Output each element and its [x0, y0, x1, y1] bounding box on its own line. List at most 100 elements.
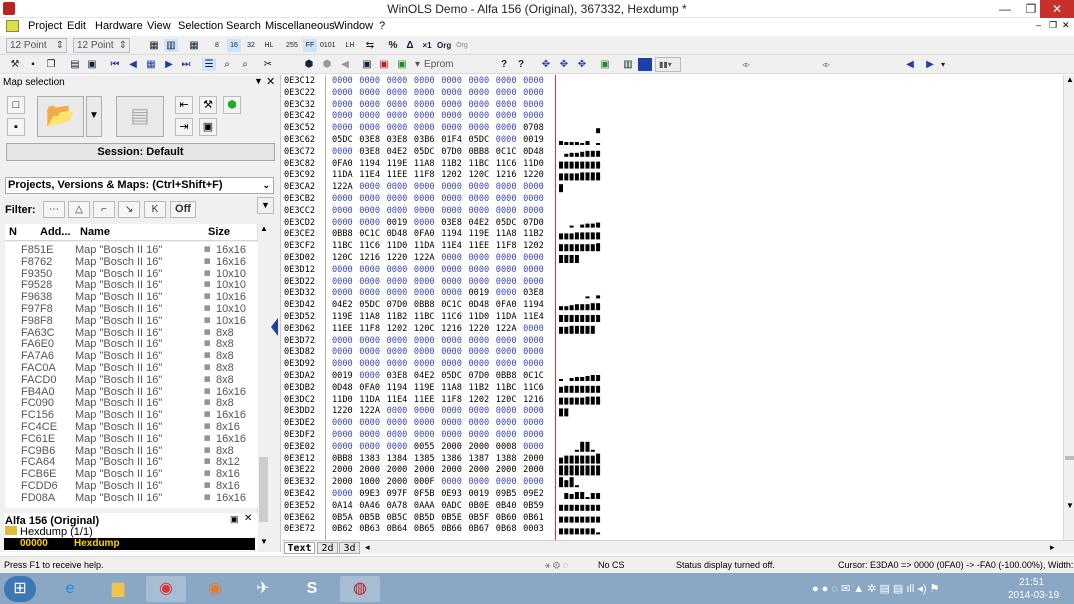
hex-word[interactable]: 120C	[332, 252, 353, 264]
hex-word[interactable]: 1220	[332, 405, 353, 417]
hex-word[interactable]: 11B2	[469, 382, 490, 394]
hex-word[interactable]: 0000	[359, 122, 380, 134]
hex-word[interactable]: 0000	[496, 264, 517, 276]
hex-word[interactable]: 11F8	[496, 240, 517, 252]
hex-word[interactable]: 0000	[441, 87, 462, 99]
hex-word[interactable]: 11C6	[359, 240, 380, 252]
hex-word[interactable]: 0000	[469, 205, 490, 217]
hex-word[interactable]: 0B0E	[469, 500, 490, 512]
hex-word[interactable]: 0000	[523, 205, 544, 217]
hex-word[interactable]: 0000	[469, 99, 490, 111]
hex-word[interactable]: 05DC	[469, 134, 490, 146]
export-map-button[interactable]: ⇥	[175, 118, 193, 136]
hex-word[interactable]: 0000	[441, 417, 462, 429]
eprom-select[interactable]: ▾ Eprom	[411, 57, 481, 72]
hex-word[interactable]: 0AAA	[414, 500, 435, 512]
factor-icon[interactable]: ×1	[420, 39, 434, 52]
hex-word[interactable]: 1202	[387, 323, 408, 335]
hex-word[interactable]: 05DC	[332, 134, 353, 146]
hex-word[interactable]: 122A	[496, 323, 517, 335]
hex-word[interactable]: 0000	[523, 323, 544, 335]
panel-menu-icon[interactable]: ▼	[254, 76, 263, 86]
hex-word[interactable]: 0000	[414, 87, 435, 99]
hex-word[interactable]: 0000	[332, 264, 353, 276]
hex-word[interactable]: 0000	[469, 264, 490, 276]
hex-word[interactable]: 0000	[469, 358, 490, 370]
hex-word[interactable]: 0000	[441, 252, 462, 264]
hex-word[interactable]: 1194	[359, 158, 380, 170]
col-name-header[interactable]: Name	[80, 226, 110, 238]
hex-word[interactable]: 0000	[387, 87, 408, 99]
hex-word[interactable]: 0A46	[359, 500, 380, 512]
hex-row[interactable]: 0E3C22 0000 0000 0000 0000 0000 0000 0000 0000	[282, 87, 1063, 99]
hex-word[interactable]: 1220	[523, 169, 544, 181]
hex-word[interactable]: 11E4	[387, 394, 408, 406]
hex-word[interactable]: 0000	[523, 405, 544, 417]
hex-word[interactable]: 0000	[496, 405, 517, 417]
start-button[interactable]: ⊞	[4, 576, 36, 602]
hex-word[interactable]: 07D0	[523, 217, 544, 229]
hex-word[interactable]: 0B40	[496, 500, 517, 512]
filter-pin-button[interactable]: ↘	[118, 201, 140, 218]
col-n-header[interactable]: N	[9, 226, 17, 238]
hex-word[interactable]: 0000	[469, 87, 490, 99]
hex-word[interactable]: 07D0	[469, 370, 490, 382]
hex-word[interactable]: 0000	[414, 99, 435, 111]
hex-word[interactable]: 122A	[332, 181, 353, 193]
hex-word[interactable]: 0000	[359, 217, 380, 229]
hex-word[interactable]: 0000	[387, 122, 408, 134]
lock-icon[interactable]: ⬢	[320, 58, 334, 71]
hex-word[interactable]: 0000	[387, 181, 408, 193]
hex-word[interactable]: 0000	[414, 264, 435, 276]
prev-icon[interactable]: ◀	[126, 58, 140, 71]
hex-word[interactable]: 0ADC	[441, 500, 462, 512]
hex-word[interactable]: 0000	[359, 110, 380, 122]
hex-word[interactable]: 0000	[332, 488, 353, 500]
hex-word[interactable]: 0000	[441, 358, 462, 370]
hex-word[interactable]: 0000	[496, 205, 517, 217]
hex-word[interactable]: 0000	[523, 429, 544, 441]
hex-word[interactable]: 11DA	[332, 169, 353, 181]
hex-word[interactable]: 05DC	[414, 146, 435, 158]
hex-word[interactable]: 0C1C	[359, 228, 380, 240]
hex-word[interactable]: 03E8	[359, 134, 380, 146]
hex-word[interactable]: 1194	[387, 382, 408, 394]
hex-word[interactable]: 0000	[387, 276, 408, 288]
hex-word[interactable]: 0000	[332, 346, 353, 358]
help-context-icon[interactable]: ?	[514, 58, 528, 71]
hex-word[interactable]: 0000	[523, 476, 544, 488]
map-list-row[interactable]: FC090 Map "Bosch II 16" ▦ 8x8	[5, 397, 258, 409]
map-list-row[interactable]: F97F8 Map "Bosch II 16" ▦ 10x10	[5, 303, 258, 315]
hex-word[interactable]: 0000	[414, 193, 435, 205]
hex-word[interactable]: 0000	[332, 87, 353, 99]
chrome-icon[interactable]: ◉	[146, 576, 186, 602]
map-list-scroll-thumb[interactable]	[259, 457, 268, 522]
hex-row[interactable]: 0E3D42 04E2 05DC 07D0 0BB8 0C1C 0D48 0FA0 1194	[282, 299, 1063, 311]
hex-row[interactable]: 0E3CA2 122A 0000 0000 0000 0000 0000 0000 0000	[282, 181, 1063, 193]
hex-word[interactable]: 1216	[496, 169, 517, 181]
save-project-button[interactable]: ▪	[7, 118, 25, 136]
search-icon[interactable]: ⌕	[238, 58, 252, 71]
hex-word[interactable]: 0000	[469, 75, 490, 87]
delta-icon[interactable]: Δ	[403, 39, 417, 52]
hex-word[interactable]: 11DA	[496, 311, 517, 323]
hex-row[interactable]: 0E3DD2 1220 122A 0000 0000 0000 0000 0000 0000	[282, 405, 1063, 417]
hex-word[interactable]: 1194	[441, 228, 462, 240]
hex-word[interactable]: 0019	[469, 287, 490, 299]
export-icon[interactable]: ▣	[598, 58, 612, 71]
hex-word[interactable]: 11B2	[441, 158, 462, 170]
col-addr-header[interactable]: Add...	[40, 226, 71, 238]
map-list-row[interactable]: FA63C Map "Bosch II 16" ▦ 8x8	[5, 327, 258, 339]
hex-scroll-thumb[interactable]	[1065, 456, 1074, 460]
hex-word[interactable]: 0000	[387, 99, 408, 111]
hex-word[interactable]: 0000	[332, 429, 353, 441]
save-icon[interactable]: ▪	[26, 58, 40, 71]
map-list-row[interactable]: FD08A Map "Bosch II 16" ▦ 16x16	[5, 492, 258, 504]
hex-word[interactable]: 0000	[441, 75, 462, 87]
hex-word[interactable]: 1383	[359, 453, 380, 465]
hex-word[interactable]: 0BB8	[332, 228, 353, 240]
hex-row[interactable]: 0E3DF2 0000 0000 0000 0000 0000 0000 0000 0000	[282, 429, 1063, 441]
hex-word[interactable]: 2000	[332, 464, 353, 476]
hex-word[interactable]: 0000	[523, 264, 544, 276]
hex-word[interactable]: 0000	[523, 358, 544, 370]
